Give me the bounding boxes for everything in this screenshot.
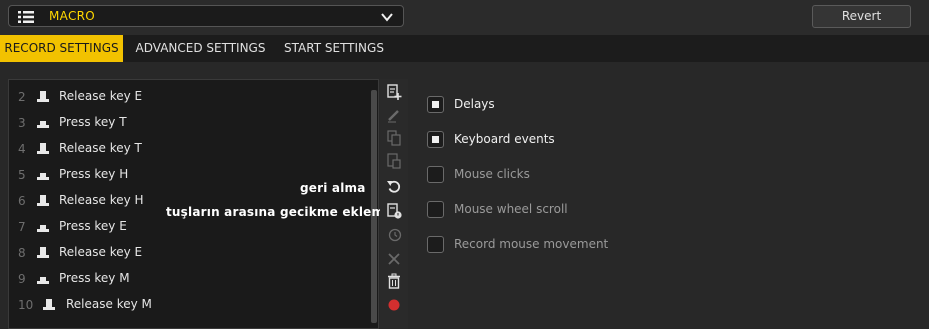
- list-item[interactable]: 4 Release key T: [9, 137, 369, 163]
- key-release-icon: [36, 142, 50, 155]
- checkbox[interactable]: [427, 96, 444, 113]
- trash-icon[interactable]: [386, 273, 402, 289]
- action-label: Release key M: [66, 297, 152, 311]
- checkbox-label: Delays: [454, 97, 495, 111]
- delay-annotation: tuşların arasına gecikme ekleme: [166, 205, 393, 219]
- key-release-icon: [36, 90, 50, 103]
- action-label: Press key H: [59, 167, 129, 181]
- checkbox-label: Keyboard events: [454, 132, 555, 146]
- record-option-record-mouse-movement[interactable]: Record mouse movement: [427, 236, 627, 256]
- history-icon[interactable]: [386, 227, 402, 243]
- list-item[interactable]: 3 Press key T: [9, 111, 369, 137]
- paste-icon[interactable]: [386, 153, 402, 169]
- tab-bar: RECORD SETTINGS ADVANCED SETTINGS START …: [0, 35, 929, 62]
- copy-icon[interactable]: [386, 130, 402, 146]
- key-press-icon: [36, 220, 50, 233]
- profile-dropdown[interactable]: MACRO: [8, 5, 404, 27]
- action-label: Press key E: [59, 219, 127, 233]
- checkbox-label: Mouse clicks: [454, 167, 530, 181]
- key-press-icon: [36, 116, 50, 129]
- key-press-icon: [36, 272, 50, 285]
- list-item[interactable]: 10 Release key M: [9, 293, 369, 319]
- list-icon: [18, 11, 34, 23]
- list-item[interactable]: 8 Release key E: [9, 241, 369, 267]
- list-item[interactable]: 2 Release key E: [9, 85, 369, 111]
- step-number: 8: [18, 246, 26, 260]
- record-option-mouse-clicks[interactable]: Mouse clicks: [427, 166, 627, 186]
- tab-record-settings[interactable]: RECORD SETTINGS: [0, 35, 123, 62]
- step-number: 2: [18, 90, 26, 104]
- record-option-mouse-wheel-scroll[interactable]: Mouse wheel scroll: [427, 201, 627, 221]
- undo-icon[interactable]: [386, 178, 402, 194]
- macro-action-list[interactable]: 2 Release key E 3 Press key T 4 Release key T…: [8, 79, 379, 329]
- checkbox-label: Record mouse movement: [454, 237, 609, 251]
- add-action-icon[interactable]: [386, 84, 402, 100]
- record-icon[interactable]: [386, 297, 402, 313]
- checkbox[interactable]: [427, 201, 444, 218]
- tab-advanced-settings[interactable]: ADVANCED SETTINGS: [133, 35, 268, 62]
- step-number: 5: [18, 168, 26, 182]
- checkbox[interactable]: [427, 236, 444, 253]
- revert-button[interactable]: Revert: [812, 5, 911, 28]
- record-option-delays[interactable]: Delays: [427, 96, 627, 116]
- step-number: 7: [18, 220, 26, 234]
- chevron-down-icon: [381, 13, 393, 22]
- action-label: Release key E: [59, 89, 143, 103]
- step-number: 9: [18, 272, 26, 286]
- list-toolbar: [380, 79, 408, 329]
- action-label: Press key M: [59, 271, 130, 285]
- record-option-keyboard-events[interactable]: Keyboard events: [427, 131, 627, 151]
- tab-start-settings[interactable]: START SETTINGS: [280, 35, 388, 62]
- step-number: 6: [18, 194, 26, 208]
- step-number: 10: [18, 298, 34, 312]
- step-number: 4: [18, 142, 26, 156]
- action-label: Release key T: [59, 141, 142, 155]
- action-label: Release key E: [59, 245, 143, 259]
- checkbox[interactable]: [427, 166, 444, 183]
- action-label: Press key T: [59, 115, 127, 129]
- profile-dropdown-value: MACRO: [49, 9, 96, 23]
- edit-icon[interactable]: [386, 107, 402, 123]
- step-number: 3: [18, 116, 26, 130]
- checkbox[interactable]: [427, 131, 444, 148]
- list-item[interactable]: 9 Press key M: [9, 267, 369, 293]
- key-release-icon: [36, 194, 50, 207]
- close-icon[interactable]: [386, 251, 402, 267]
- undo-annotation: geri alma: [300, 181, 366, 195]
- key-press-icon: [36, 168, 50, 181]
- top-bar: MACRO Revert: [0, 0, 929, 35]
- action-label: Release key H: [59, 193, 144, 207]
- checkbox-label: Mouse wheel scroll: [454, 202, 568, 216]
- key-release-icon: [42, 298, 56, 311]
- insert-delay-icon[interactable]: [386, 203, 402, 219]
- key-release-icon: [36, 246, 50, 259]
